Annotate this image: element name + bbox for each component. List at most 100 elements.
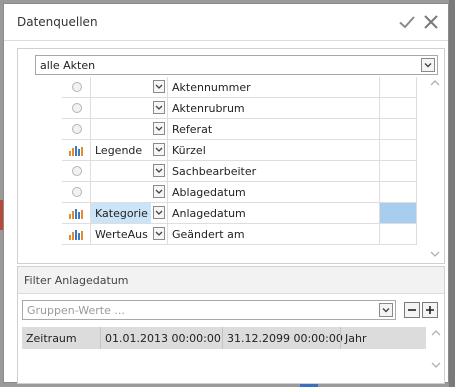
- field-icon-cell[interactable]: [62, 119, 90, 139]
- scroll-up-icon[interactable]: [429, 79, 441, 87]
- data-source-select[interactable]: alle Akten: [35, 55, 438, 75]
- field-role-dropdown[interactable]: [151, 224, 167, 244]
- filter-cell-from[interactable]: 01.01.2013 00:00:00: [100, 327, 223, 349]
- chevron-down-icon[interactable]: [153, 227, 165, 240]
- field-row[interactable]: Kategorie Anlagedatum: [62, 203, 417, 224]
- chevron-down-icon[interactable]: [379, 303, 393, 317]
- field-icon-cell[interactable]: [62, 77, 90, 97]
- filter-cell-to[interactable]: 31.12.2099 00:00:00: [222, 327, 343, 349]
- field-extra-cell[interactable]: [379, 182, 417, 202]
- field-extra-cell[interactable]: [379, 203, 417, 223]
- field-row[interactable]: Ablagedatum: [62, 182, 417, 203]
- field-name: Anlagedatum: [172, 207, 246, 220]
- bar-chart-icon[interactable]: [68, 228, 84, 241]
- field-icon-cell[interactable]: [62, 161, 90, 181]
- field-role-cell[interactable]: [90, 161, 151, 181]
- field-name: Referat: [172, 123, 213, 136]
- field-role-cell[interactable]: Kategorie: [90, 203, 151, 223]
- filter-table: Zeitraum 01.01.2013 00:00:00 31.12.2099 …: [22, 327, 426, 373]
- filter-scrollbar[interactable]: [430, 327, 442, 373]
- field-icon-cell[interactable]: [62, 182, 90, 202]
- field-row[interactable]: WerteAus Geändert am: [62, 224, 417, 245]
- radio-icon[interactable]: [72, 166, 82, 176]
- field-role-dropdown[interactable]: [151, 98, 167, 118]
- data-source-select-value: alle Akten: [40, 59, 96, 72]
- group-values-placeholder: Gruppen-Werte ...: [27, 304, 125, 317]
- chevron-down-icon[interactable]: [153, 143, 165, 156]
- field-role-dropdown[interactable]: [151, 161, 167, 181]
- field-name-cell[interactable]: Anlagedatum: [167, 203, 379, 223]
- field-name: Aktennummer: [172, 81, 251, 94]
- field-icon-cell[interactable]: [62, 203, 90, 223]
- scroll-down-icon[interactable]: [429, 250, 441, 258]
- field-role-label: WerteAus: [95, 228, 148, 241]
- field-role-cell[interactable]: [90, 119, 151, 139]
- field-role-cell[interactable]: [90, 77, 151, 97]
- scroll-down-icon[interactable]: [430, 361, 442, 369]
- field-extra-cell[interactable]: [379, 77, 417, 97]
- field-extra-cell[interactable]: [379, 98, 417, 118]
- field-row[interactable]: Sachbearbeiter: [62, 161, 417, 182]
- field-name-cell[interactable]: Geändert am: [167, 224, 379, 244]
- field-role-cell[interactable]: [90, 98, 151, 118]
- chevron-down-icon[interactable]: [153, 122, 165, 135]
- field-name-cell[interactable]: Ablagedatum: [167, 182, 379, 202]
- chevron-down-icon[interactable]: [153, 164, 165, 177]
- radio-icon[interactable]: [72, 124, 82, 134]
- field-icon-cell[interactable]: [62, 224, 90, 244]
- field-extra-cell[interactable]: [379, 161, 417, 181]
- fields-scrollbar[interactable]: [428, 77, 442, 261]
- field-role-label: Legende: [95, 144, 143, 157]
- field-name-cell[interactable]: Aktenrubrum: [167, 98, 379, 118]
- field-role-cell[interactable]: Legende: [90, 140, 151, 160]
- filter-header: Filter Anlagedatum: [18, 267, 444, 294]
- radio-icon[interactable]: [72, 187, 82, 197]
- field-role-dropdown[interactable]: [151, 203, 167, 223]
- group-values-select[interactable]: Gruppen-Werte ...: [22, 300, 396, 320]
- filter-panel: Filter Anlagedatum Gruppen-Werte ... Zei…: [17, 266, 445, 384]
- field-role-dropdown[interactable]: [151, 140, 167, 160]
- field-role-dropdown[interactable]: [151, 119, 167, 139]
- background-app-strip: [449, 0, 455, 387]
- radio-icon[interactable]: [72, 103, 82, 113]
- field-row[interactable]: Referat: [62, 119, 417, 140]
- chevron-down-icon[interactable]: [153, 101, 165, 114]
- bar-chart-icon[interactable]: [68, 207, 84, 220]
- plus-icon: [426, 306, 434, 314]
- field-row[interactable]: Aktennummer: [62, 77, 417, 98]
- remove-filter-button[interactable]: [404, 302, 420, 318]
- field-role-dropdown[interactable]: [151, 182, 167, 202]
- field-name-cell[interactable]: Kürzel: [167, 140, 379, 160]
- chevron-down-icon[interactable]: [153, 185, 165, 198]
- field-name-cell[interactable]: Sachbearbeiter: [167, 161, 379, 181]
- field-role-cell[interactable]: [90, 182, 151, 202]
- field-role-cell[interactable]: WerteAus: [90, 224, 151, 244]
- chevron-down-icon[interactable]: [421, 58, 435, 72]
- close-icon[interactable]: [422, 13, 440, 31]
- radio-icon[interactable]: [72, 82, 82, 92]
- field-name: Ablagedatum: [172, 186, 246, 199]
- field-extra-cell[interactable]: [379, 119, 417, 139]
- field-role-dropdown[interactable]: [151, 77, 167, 97]
- dialog-title: Datenquellen: [17, 15, 98, 29]
- minus-icon: [408, 309, 416, 311]
- field-row[interactable]: Aktenrubrum: [62, 98, 417, 119]
- checkmark-icon[interactable]: [398, 13, 416, 31]
- field-name: Aktenrubrum: [172, 102, 245, 115]
- field-extra-cell[interactable]: [379, 140, 417, 160]
- field-row[interactable]: Legende Kürzel: [62, 140, 417, 161]
- field-name-cell[interactable]: Referat: [167, 119, 379, 139]
- field-extra-cell[interactable]: [379, 224, 417, 244]
- bar-chart-icon[interactable]: [68, 144, 84, 157]
- fields-grid: Aktennummer Aktenrubrum Referat Legende Kürz…: [62, 77, 417, 245]
- chevron-down-icon[interactable]: [153, 80, 165, 93]
- field-name: Kürzel: [172, 144, 206, 157]
- add-filter-button[interactable]: [422, 302, 438, 318]
- field-name-cell[interactable]: Aktennummer: [167, 77, 379, 97]
- scroll-up-icon[interactable]: [430, 329, 442, 337]
- field-icon-cell[interactable]: [62, 140, 90, 160]
- field-icon-cell[interactable]: [62, 98, 90, 118]
- chevron-down-icon[interactable]: [153, 206, 165, 219]
- filter-row[interactable]: Zeitraum 01.01.2013 00:00:00 31.12.2099 …: [22, 327, 426, 349]
- filter-cell-unit[interactable]: Jahr: [340, 327, 427, 349]
